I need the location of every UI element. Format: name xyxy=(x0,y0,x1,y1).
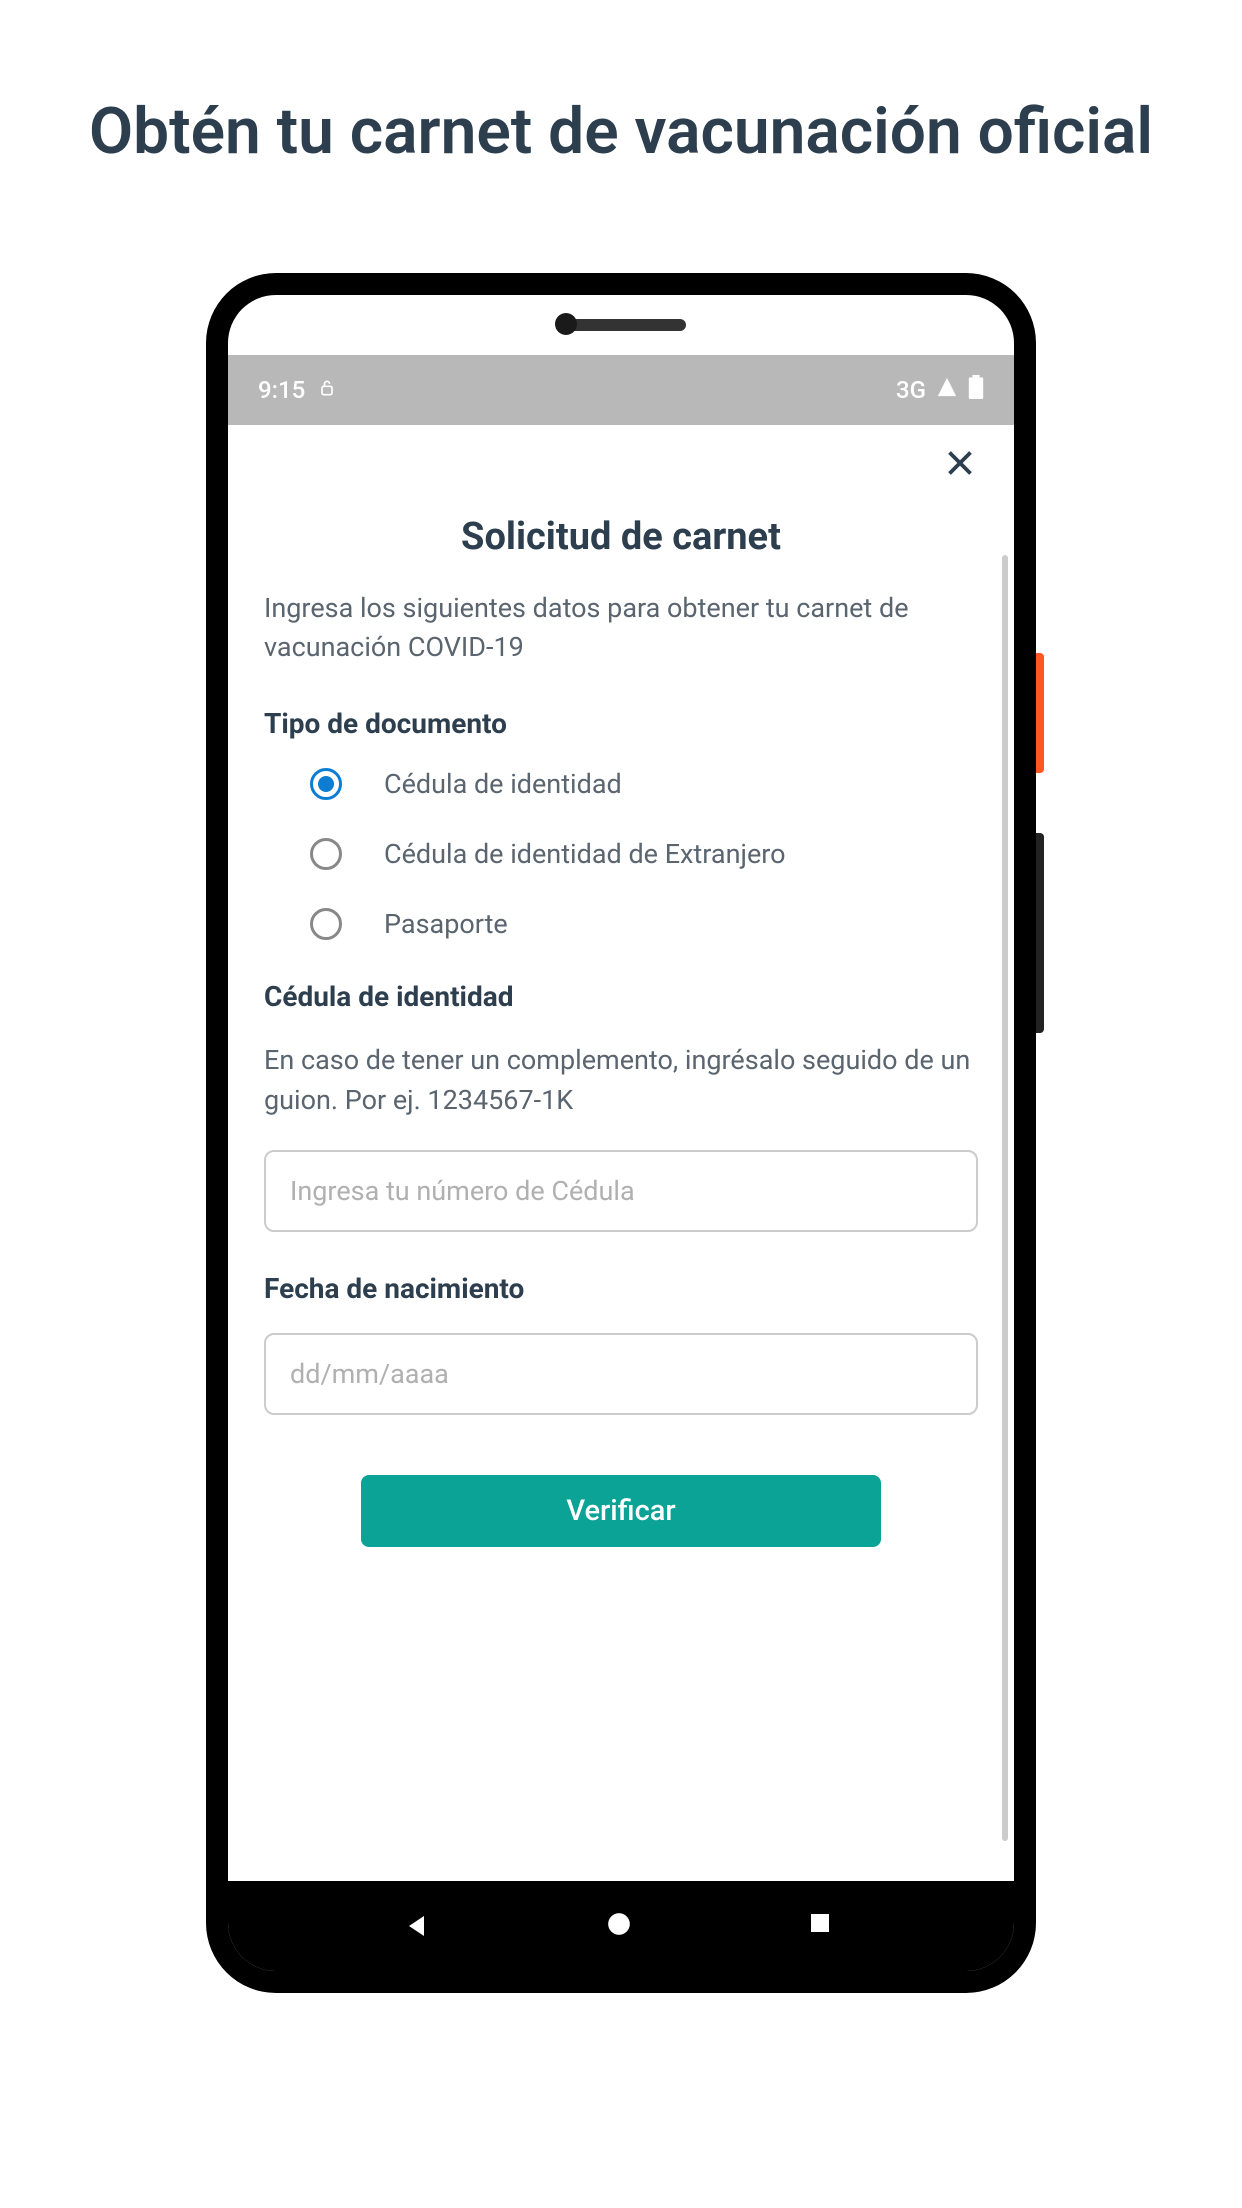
birthdate-input[interactable] xyxy=(264,1333,978,1415)
status-bar: 9:15 3G xyxy=(228,355,1014,425)
power-button xyxy=(1036,653,1044,773)
radio-label: Cédula de identidad xyxy=(384,768,622,800)
radio-label: Pasaporte xyxy=(384,908,508,940)
network-label: 3G xyxy=(896,376,926,404)
id-section-label: Cédula de identidad xyxy=(264,980,978,1013)
promo-title: Obtén tu carnet de vacunación oficial xyxy=(89,90,1153,173)
signal-icon xyxy=(936,376,958,404)
radio-option-pasaporte[interactable]: Pasaporte xyxy=(310,908,978,940)
recent-icon[interactable] xyxy=(808,1911,838,1941)
id-number-input[interactable] xyxy=(264,1150,978,1232)
close-button[interactable] xyxy=(942,445,978,481)
home-icon[interactable] xyxy=(606,1911,636,1941)
volume-button xyxy=(1036,833,1044,1033)
radio-icon xyxy=(310,908,342,940)
status-left: 9:15 xyxy=(258,376,337,404)
status-right: 3G xyxy=(896,375,984,405)
radio-option-extranjero[interactable]: Cédula de identidad de Extranjero xyxy=(310,838,978,870)
document-type-radio-group: Cédula de identidad Cédula de identidad … xyxy=(264,768,978,940)
modal-title: Solicitud de carnet xyxy=(264,515,978,559)
document-type-label: Tipo de documento xyxy=(264,707,978,740)
phone-screen: 9:15 3G xyxy=(228,295,1014,1971)
android-nav-bar xyxy=(228,1881,1014,1971)
back-icon[interactable] xyxy=(404,1911,434,1941)
radio-label: Cédula de identidad de Extranjero xyxy=(384,838,786,870)
id-helper-text: En caso de tener un complemento, ingrésa… xyxy=(264,1041,978,1119)
modal-description: Ingresa los siguientes datos para obtene… xyxy=(264,589,978,667)
battery-icon xyxy=(968,375,984,405)
phone-frame: 9:15 3G xyxy=(206,273,1036,1993)
lock-icon xyxy=(317,376,337,404)
scroll-indicator[interactable] xyxy=(1002,555,1008,1841)
status-time: 9:15 xyxy=(258,376,305,404)
birthdate-label: Fecha de nacimiento xyxy=(264,1272,978,1305)
radio-icon xyxy=(310,838,342,870)
app-content: Solicitud de carnet Ingresa los siguient… xyxy=(228,425,1014,1881)
radio-icon xyxy=(310,768,342,800)
radio-option-cedula[interactable]: Cédula de identidad xyxy=(310,768,978,800)
verify-button[interactable]: Verificar xyxy=(361,1475,881,1547)
